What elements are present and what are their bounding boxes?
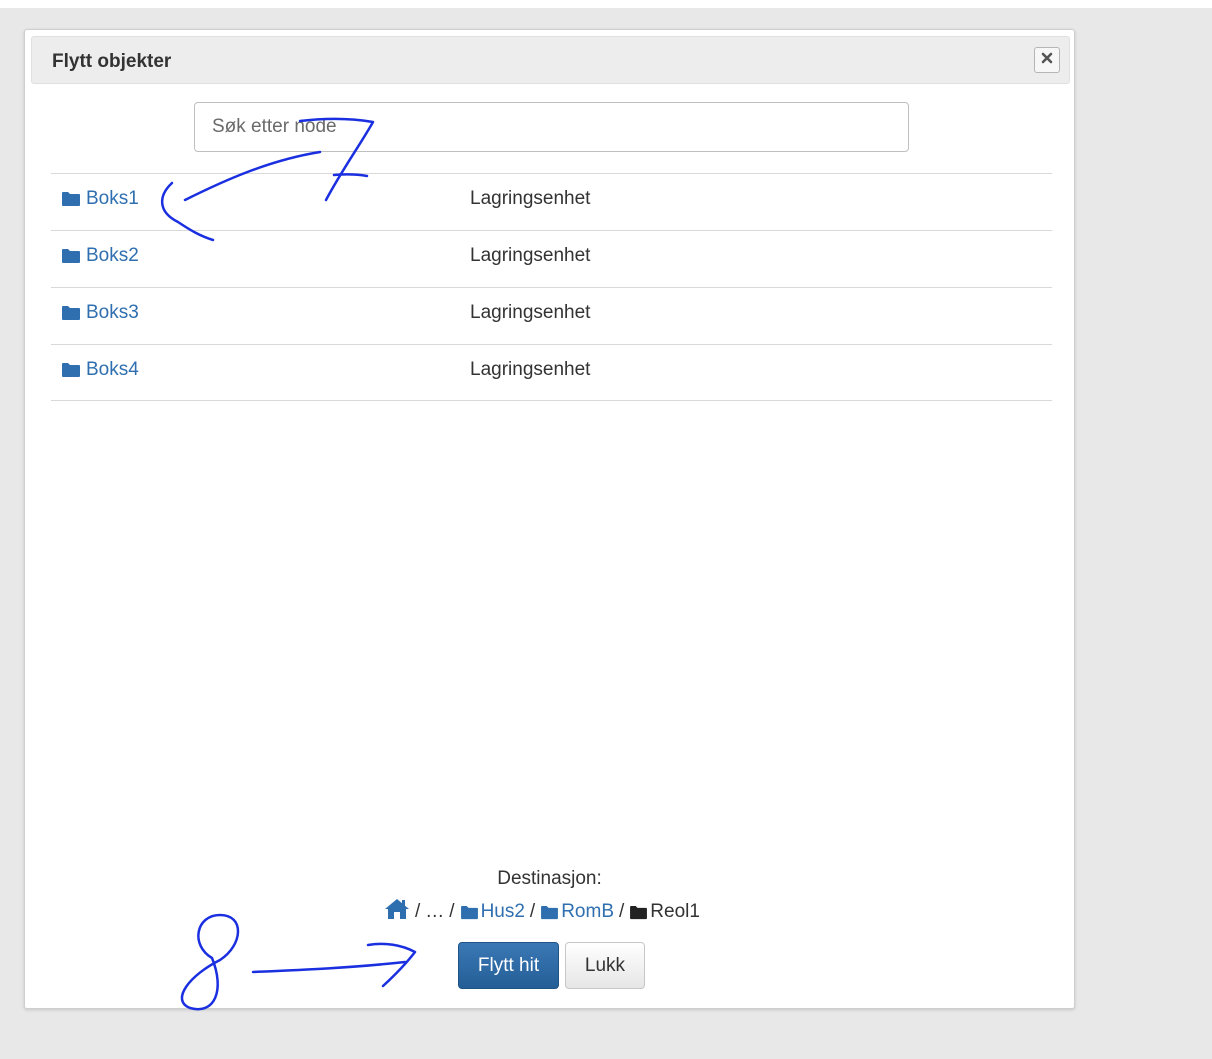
list-item: Boks1 Lagringsenhet bbox=[51, 173, 1052, 230]
breadcrumb-label: RomB bbox=[561, 901, 614, 922]
node-name: Boks2 bbox=[86, 245, 139, 266]
breadcrumb-separator: / bbox=[529, 901, 536, 922]
home-icon[interactable] bbox=[384, 898, 410, 926]
node-link-boks1[interactable]: Boks1 bbox=[61, 188, 139, 210]
node-link-boks4[interactable]: Boks4 bbox=[61, 359, 139, 381]
node-type: Lagringsenhet bbox=[470, 245, 591, 266]
breadcrumb: / … / Hus2 / RomB / Reol1 bbox=[384, 898, 700, 926]
breadcrumb-romb[interactable]: RomB bbox=[540, 901, 614, 923]
node-link-boks3[interactable]: Boks3 bbox=[61, 302, 139, 324]
node-name: Boks1 bbox=[86, 188, 139, 209]
folder-icon bbox=[62, 249, 80, 263]
list-item: Boks2 Lagringsenhet bbox=[51, 230, 1052, 287]
folder-icon bbox=[62, 192, 80, 206]
page-top-strip bbox=[0, 0, 1212, 8]
node-type: Lagringsenhet bbox=[470, 302, 591, 323]
breadcrumb-current-label: Reol1 bbox=[650, 901, 700, 922]
node-type: Lagringsenhet bbox=[470, 188, 591, 209]
close-icon bbox=[1041, 51, 1053, 69]
destination-label: Destinasjon: bbox=[497, 868, 602, 889]
search-input[interactable] bbox=[194, 102, 909, 152]
list-item: Boks4 Lagringsenhet bbox=[51, 344, 1052, 401]
breadcrumb-separator: / bbox=[449, 901, 455, 922]
node-type: Lagringsenhet bbox=[470, 359, 591, 380]
breadcrumb-ellipsis[interactable]: … bbox=[425, 901, 444, 923]
breadcrumb-separator: / bbox=[415, 901, 421, 922]
folder-icon bbox=[62, 363, 80, 377]
close-dialog-button[interactable]: Lukk bbox=[565, 942, 645, 989]
node-name: Boks4 bbox=[86, 359, 139, 380]
breadcrumb-current: Reol1 bbox=[629, 901, 700, 923]
breadcrumb-separator: / bbox=[619, 901, 625, 922]
folder-icon bbox=[630, 905, 648, 919]
folder-icon bbox=[460, 905, 478, 919]
node-list: Boks1 Lagringsenhet Boks2 Lagringsenhet … bbox=[51, 173, 1052, 401]
folder-icon bbox=[62, 306, 80, 320]
close-button[interactable] bbox=[1034, 47, 1060, 73]
breadcrumb-hus2[interactable]: Hus2 bbox=[460, 901, 525, 923]
breadcrumb-label: Hus2 bbox=[480, 901, 525, 922]
node-link-boks2[interactable]: Boks2 bbox=[61, 245, 139, 267]
dialog-header: Flytt objekter bbox=[31, 36, 1070, 84]
node-name: Boks3 bbox=[86, 302, 139, 323]
dialog-title: Flytt objekter bbox=[52, 51, 172, 72]
folder-icon bbox=[541, 905, 559, 919]
move-objects-dialog: Flytt objekter Boks1 Lagringsenhet Boks2… bbox=[24, 29, 1075, 1009]
move-here-button[interactable]: Flytt hit bbox=[458, 942, 559, 989]
list-item: Boks3 Lagringsenhet bbox=[51, 287, 1052, 344]
